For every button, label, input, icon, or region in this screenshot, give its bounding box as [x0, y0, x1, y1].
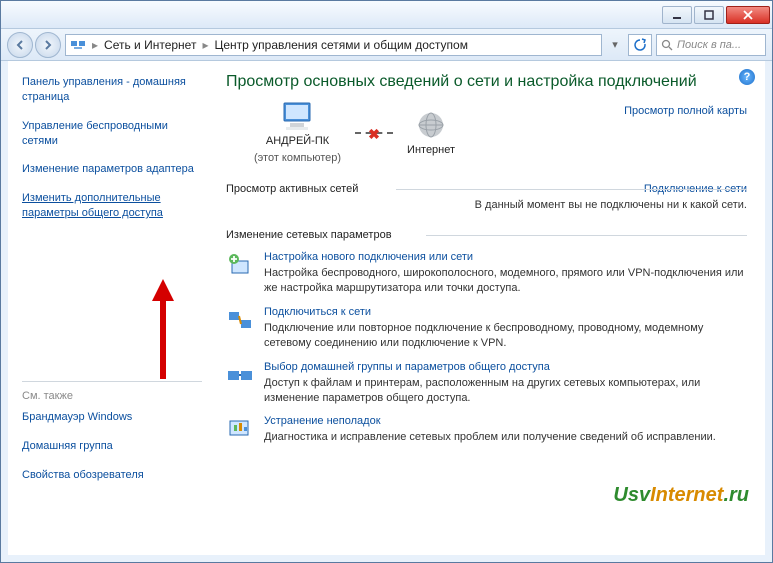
- sidebar-item-control-panel-home[interactable]: Панель управления - домашняя страница: [22, 75, 202, 105]
- sidebar-item-homegroup[interactable]: Домашняя группа: [22, 439, 202, 454]
- breadcrumb-network[interactable]: Сеть и Интернет: [100, 38, 200, 52]
- nav-back-button[interactable]: [7, 32, 33, 58]
- see-also-header: См. также: [22, 390, 202, 402]
- no-connection-text: В данный момент вы не подключены ни к ка…: [226, 199, 747, 211]
- network-sharing-icon: [70, 37, 86, 53]
- address-bar: ▸ Сеть и Интернет ▸ Центр управления сет…: [1, 29, 772, 61]
- node-pc-sublabel: (этот компьютер): [254, 152, 341, 165]
- breadcrumb-sharing-center[interactable]: Центр управления сетями и общим доступом: [210, 38, 472, 52]
- node-internet-label: Интернет: [407, 144, 455, 157]
- chevron-right-icon: ▸: [200, 38, 210, 52]
- task-connect-desc: Подключение или повторное подключение к …: [264, 321, 747, 351]
- new-connection-icon: [226, 251, 254, 279]
- node-internet: Интернет: [407, 110, 455, 157]
- task-new-connection: Настройка нового подключения или сети На…: [226, 251, 747, 296]
- computer-icon: [280, 101, 316, 131]
- task-troubleshoot-link[interactable]: Устранение неполадок: [264, 415, 716, 427]
- task-homegroup: Выбор домашней группы и параметров общег…: [226, 361, 747, 406]
- task-homegroup-desc: Доступ к файлам и принтерам, расположенн…: [264, 376, 747, 406]
- change-settings-header: Изменение сетевых параметров: [226, 229, 747, 241]
- chevron-right-icon: ▸: [90, 38, 100, 52]
- task-new-connection-desc: Настройка беспроводного, широкополосного…: [264, 266, 747, 296]
- disconnect-x-icon: ✖: [368, 126, 380, 143]
- task-troubleshoot-desc: Диагностика и исправление сетевых пробле…: [264, 430, 716, 445]
- task-connect-link[interactable]: Подключиться к сети: [264, 306, 747, 318]
- globe-icon: [416, 110, 446, 140]
- sidebar-item-firewall[interactable]: Брандмауэр Windows: [22, 410, 202, 425]
- homegroup-icon: [226, 361, 254, 389]
- address-dropdown-button[interactable]: ▾: [606, 38, 624, 51]
- active-networks-header: Просмотр активных сетей Подключение к се…: [226, 183, 747, 195]
- task-homegroup-link[interactable]: Выбор домашней группы и параметров общег…: [264, 361, 747, 373]
- window-titlebar: [1, 1, 772, 29]
- search-input[interactable]: Поиск в па...: [656, 34, 766, 56]
- task-troubleshoot: Устранение неполадок Диагностика и испра…: [226, 415, 747, 445]
- sidebar-item-wireless[interactable]: Управление беспроводными сетями: [22, 119, 202, 149]
- maximize-button[interactable]: [694, 6, 724, 24]
- view-full-map-link[interactable]: Просмотр полной карты: [624, 105, 747, 117]
- minimize-button[interactable]: [662, 6, 692, 24]
- page-title: Просмотр основных сведений о сети и наст…: [226, 73, 747, 91]
- breadcrumb[interactable]: ▸ Сеть и Интернет ▸ Центр управления сет…: [65, 34, 602, 56]
- main-content: ? Просмотр основных сведений о сети и на…: [208, 61, 765, 555]
- refresh-button[interactable]: [628, 34, 652, 56]
- node-pc-label: АНДРЕЙ-ПК: [266, 135, 329, 148]
- node-this-pc: АНДРЕЙ-ПК (этот компьютер): [254, 101, 341, 165]
- nav-forward-button[interactable]: [35, 32, 61, 58]
- sidebar-item-advanced-sharing[interactable]: Изменить дополнительные параметры общего…: [22, 191, 202, 221]
- connect-icon: [226, 306, 254, 334]
- sidebar-item-internet-options[interactable]: Свойства обозревателя: [22, 468, 202, 483]
- troubleshoot-icon: [226, 415, 254, 443]
- separator: [22, 381, 202, 382]
- connection-broken: ✖: [355, 132, 393, 134]
- task-new-connection-link[interactable]: Настройка нового подключения или сети: [264, 251, 747, 263]
- close-button[interactable]: [726, 6, 770, 24]
- search-icon: [661, 39, 673, 51]
- sidebar-item-adapter-settings[interactable]: Изменение параметров адаптера: [22, 162, 202, 177]
- sidebar: Панель управления - домашняя страница Уп…: [8, 61, 208, 555]
- search-placeholder: Поиск в па...: [677, 39, 741, 51]
- help-icon[interactable]: ?: [739, 69, 755, 85]
- task-connect: Подключиться к сети Подключение или повт…: [226, 306, 747, 351]
